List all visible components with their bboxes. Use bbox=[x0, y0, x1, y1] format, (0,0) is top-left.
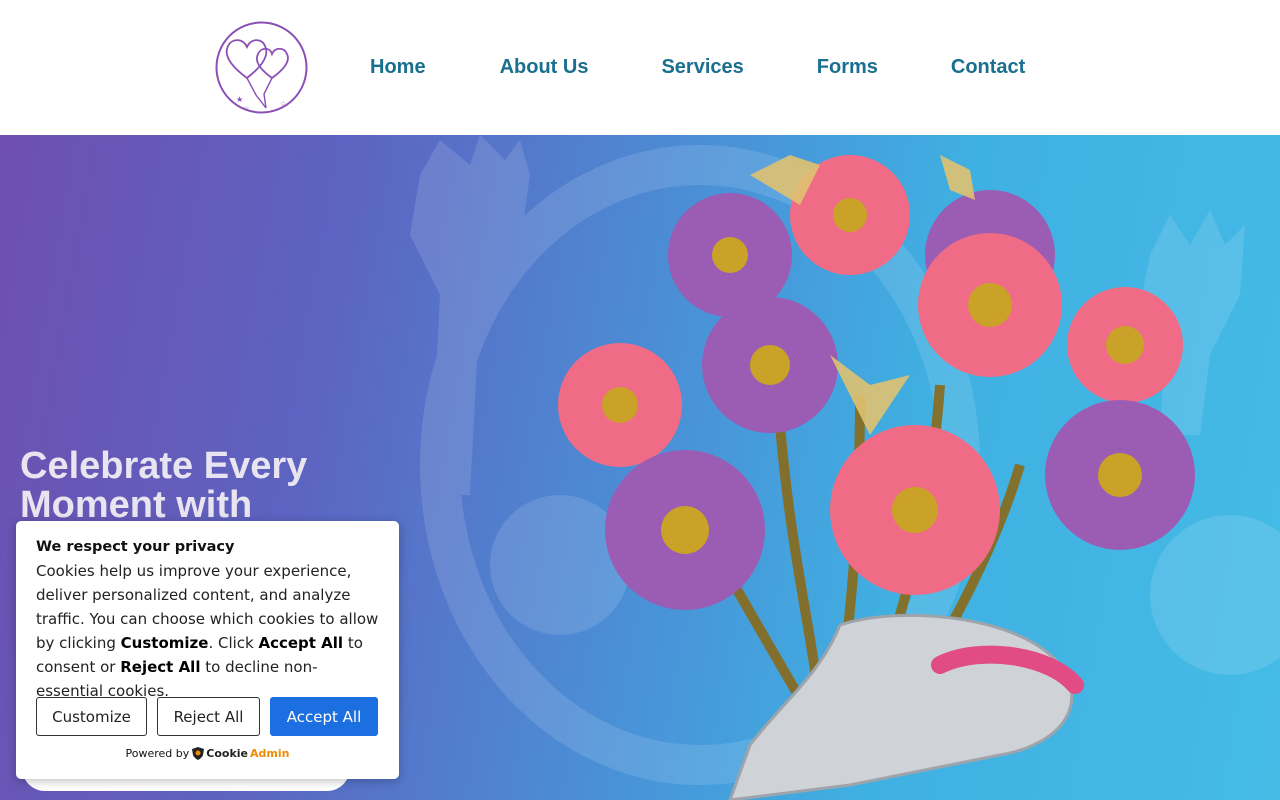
svg-text:☆: ☆ bbox=[244, 105, 249, 112]
brand-admin: Admin bbox=[250, 747, 290, 760]
cookieadmin-brand: Cookie Admin bbox=[192, 747, 289, 760]
svg-text:★: ★ bbox=[236, 95, 243, 104]
cookie-text-accept: Accept All bbox=[258, 634, 344, 652]
reject-all-button[interactable]: Reject All bbox=[157, 697, 260, 736]
powered-by[interactable]: Powered by Cookie Admin bbox=[16, 747, 399, 760]
hero-title: Celebrate Every Moment with bbox=[20, 445, 308, 526]
nav-forms[interactable]: Forms bbox=[817, 56, 878, 79]
cookie-text-part: . Click bbox=[208, 634, 259, 652]
cookie-text-reject: Reject All bbox=[120, 658, 201, 676]
shield-icon bbox=[192, 747, 205, 760]
heart-balloons-logo-icon[interactable]: ★ ☆ ☆ bbox=[214, 20, 309, 115]
site-header: ★ ☆ ☆ Home About Us Services Forms Conta… bbox=[0, 0, 1280, 135]
balloon-flowers bbox=[558, 155, 1195, 610]
nav-contact[interactable]: Contact bbox=[951, 56, 1025, 79]
cookie-banner-text: Cookies help us improve your experience,… bbox=[36, 559, 379, 703]
cookie-banner-title: We respect your privacy bbox=[36, 539, 235, 555]
customize-button[interactable]: Customize bbox=[36, 697, 147, 736]
cookie-consent-banner: We respect your privacy Cookies help us … bbox=[16, 521, 399, 779]
cookie-text-customize: Customize bbox=[120, 634, 209, 652]
brand-cookie: Cookie bbox=[206, 747, 249, 760]
balloon-bouquet-image bbox=[558, 155, 1195, 800]
main-nav: Home About Us Services Forms Contact bbox=[370, 56, 1025, 79]
powered-by-label: Powered by bbox=[125, 747, 190, 760]
nav-home[interactable]: Home bbox=[370, 56, 426, 79]
accept-all-button[interactable]: Accept All bbox=[270, 697, 378, 736]
nav-about-us[interactable]: About Us bbox=[500, 56, 589, 79]
svg-text:☆: ☆ bbox=[280, 100, 286, 108]
cookie-buttons: Customize Reject All Accept All bbox=[36, 697, 378, 736]
nav-services[interactable]: Services bbox=[661, 56, 743, 79]
silver-number-balloon bbox=[728, 613, 1084, 800]
